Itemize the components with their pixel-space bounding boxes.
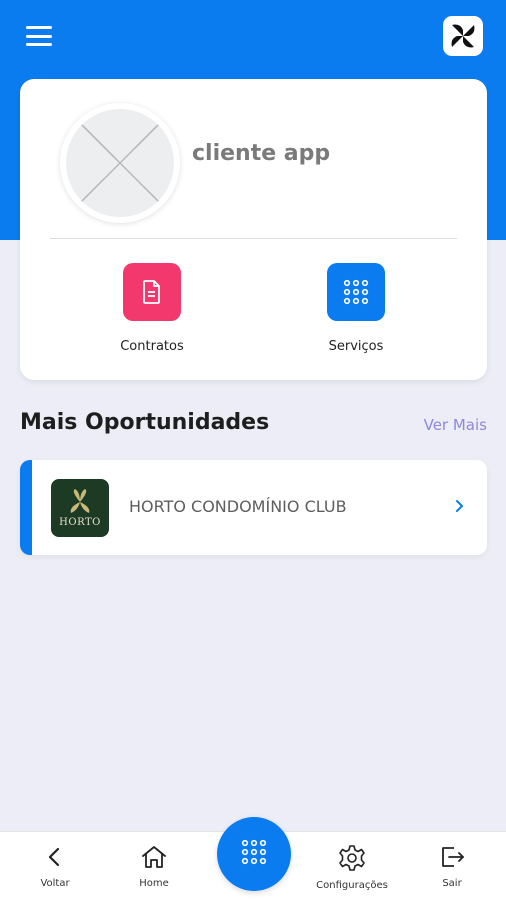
nav-voltar[interactable]: Voltar — [10, 844, 100, 889]
contratos-button[interactable]: Contratos — [92, 263, 212, 354]
hamburger-menu-icon[interactable] — [26, 26, 54, 46]
horto-logo: HORTO — [51, 479, 109, 537]
gear-icon — [307, 844, 397, 876]
section-title: Mais Oportunidades — [20, 410, 270, 435]
opportunity-name: HORTO CONDOMÍNIO CLUB — [129, 497, 347, 516]
horto-logo-text: HORTO — [59, 516, 101, 528]
chevron-left-icon — [10, 844, 100, 874]
chevron-right-icon — [453, 496, 467, 516]
card-accent-bar — [20, 460, 32, 555]
servicos-button[interactable]: Serviços — [296, 263, 416, 354]
nav-home[interactable]: Home — [109, 844, 199, 889]
nav-configuracoes[interactable]: Configurações — [307, 844, 397, 891]
grid-dots-icon — [327, 263, 385, 321]
contratos-label: Contratos — [120, 339, 184, 354]
nav-configuracoes-label: Configurações — [316, 880, 388, 891]
avatar[interactable] — [60, 103, 180, 223]
nav-home-label: Home — [139, 878, 169, 889]
home-icon — [109, 844, 199, 874]
divider — [50, 238, 457, 239]
nav-voltar-label: Voltar — [40, 878, 70, 889]
avatar-placeholder-icon — [66, 109, 174, 217]
pinwheel-logo-icon — [443, 16, 483, 56]
nav-sair[interactable]: Sair — [407, 844, 497, 889]
ver-mais-link[interactable]: Ver Mais — [424, 416, 487, 434]
profile-card: cliente app Contratos Serviços — [20, 79, 487, 380]
profile-name: cliente app — [192, 141, 331, 166]
grid-dots-icon — [240, 838, 268, 870]
nav-sair-label: Sair — [442, 878, 462, 889]
servicos-label: Serviços — [328, 339, 384, 354]
document-icon — [123, 263, 181, 321]
logout-icon — [407, 844, 497, 874]
services-fab-button[interactable] — [217, 817, 291, 891]
opportunity-card[interactable]: HORTO HORTO CONDOMÍNIO CLUB — [20, 460, 487, 555]
